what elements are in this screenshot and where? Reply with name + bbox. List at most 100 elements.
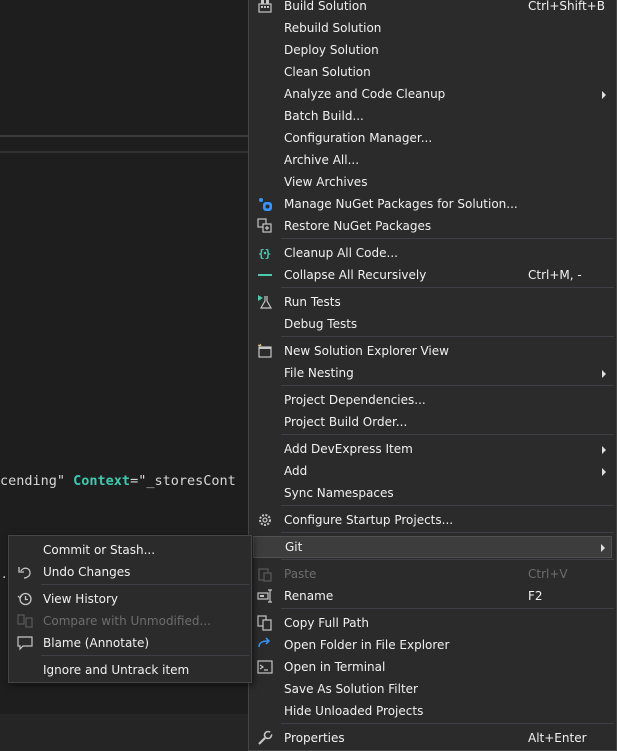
menu-item-label: Undo Changes bbox=[43, 565, 131, 579]
menu-item-configuration-manager[interactable]: Configuration Manager... bbox=[249, 127, 616, 149]
rename-icon bbox=[257, 588, 273, 604]
menu-item-label: Rename bbox=[284, 589, 334, 603]
menu-item-project-build-order[interactable]: Project Build Order... bbox=[249, 411, 616, 433]
submenu-item-view-history[interactable]: View History bbox=[9, 588, 251, 610]
menu-item-label: Analyze and Code Cleanup bbox=[284, 87, 446, 101]
menu-item-batch-build[interactable]: Batch Build... bbox=[249, 105, 616, 127]
submenu-item-undo-changes[interactable]: Undo Changes bbox=[9, 561, 251, 583]
compare-icon bbox=[17, 613, 33, 629]
submenu-item-commit-or-stash[interactable]: Commit or Stash... bbox=[9, 539, 251, 561]
menu-separator bbox=[41, 584, 249, 585]
menu-item-label: Save As Solution Filter bbox=[284, 682, 418, 696]
code-line: cending" Context="_storesCont bbox=[0, 472, 252, 490]
menu-item-label: Project Dependencies... bbox=[284, 393, 426, 407]
menu-item-deploy-solution[interactable]: Deploy Solution bbox=[249, 39, 616, 61]
menu-item-configure-startup-projects[interactable]: Configure Startup Projects... bbox=[249, 509, 616, 531]
menu-item-clean-solution[interactable]: Clean Solution bbox=[249, 61, 616, 83]
menu-item-project-dependencies[interactable]: Project Dependencies... bbox=[249, 389, 616, 411]
submenu-item-blame[interactable]: Blame (Annotate) bbox=[9, 632, 251, 654]
menu-item-archive-all[interactable]: Archive All... bbox=[249, 149, 616, 171]
menu-separator bbox=[281, 385, 614, 386]
menu-item-properties[interactable]: Properties Alt+Enter bbox=[249, 727, 616, 749]
shortcut-text: Ctrl+M, - bbox=[528, 268, 582, 282]
menu-item-view-archives[interactable]: View Archives bbox=[249, 171, 616, 193]
code-value: ="_storesCont bbox=[130, 473, 236, 489]
menu-item-label: Cleanup All Code... bbox=[284, 246, 398, 260]
menu-item-analyze-code-cleanup[interactable]: Analyze and Code Cleanup bbox=[249, 83, 616, 105]
shortcut-text: Alt+Enter bbox=[528, 731, 587, 745]
menu-item-label: Deploy Solution bbox=[284, 43, 379, 57]
open-folder-icon bbox=[257, 637, 273, 653]
menu-item-collapse-all[interactable]: Collapse All Recursively Ctrl+M, - bbox=[249, 264, 616, 286]
menu-item-run-tests[interactable]: Run Tests bbox=[249, 291, 616, 313]
menu-item-rename[interactable]: Rename F2 bbox=[249, 585, 616, 607]
menu-item-file-nesting[interactable]: File Nesting bbox=[249, 362, 616, 384]
menu-item-label: File Nesting bbox=[284, 366, 354, 380]
menu-item-label: Run Tests bbox=[284, 295, 341, 309]
menu-separator bbox=[281, 287, 614, 288]
menu-item-manage-nuget[interactable]: Manage NuGet Packages for Solution... bbox=[249, 193, 616, 215]
editor-divider bbox=[0, 135, 250, 137]
shortcut-text: Ctrl+Shift+B bbox=[528, 0, 605, 13]
wrench-icon bbox=[257, 730, 273, 746]
code-string: cending" bbox=[0, 473, 74, 489]
menu-separator bbox=[281, 532, 614, 533]
menu-item-label: Blame (Annotate) bbox=[43, 636, 150, 650]
menu-item-open-folder-explorer[interactable]: Open Folder in File Explorer bbox=[249, 634, 616, 656]
menu-separator bbox=[281, 559, 614, 560]
menu-separator bbox=[41, 655, 249, 656]
menu-item-restore-nuget[interactable]: Restore NuGet Packages bbox=[249, 215, 616, 237]
menu-item-open-in-terminal[interactable]: Open in Terminal bbox=[249, 656, 616, 678]
shortcut-text: Ctrl+V bbox=[528, 567, 568, 581]
nuget-icon bbox=[257, 196, 273, 212]
menu-item-add[interactable]: Add bbox=[249, 460, 616, 482]
menu-item-label: Configuration Manager... bbox=[284, 131, 433, 145]
menu-item-label: Rebuild Solution bbox=[284, 21, 382, 35]
submenu-item-ignore-untrack[interactable]: Ignore and Untrack item bbox=[9, 659, 251, 681]
menu-item-add-devexpress-item[interactable]: Add DevExpress Item bbox=[249, 438, 616, 460]
menu-item-label: Compare with Unmodified... bbox=[43, 614, 211, 628]
new-view-icon bbox=[257, 343, 273, 359]
menu-item-label: New Solution Explorer View bbox=[284, 344, 449, 358]
menu-item-label: Project Build Order... bbox=[284, 415, 408, 429]
collapse-icon bbox=[257, 267, 273, 283]
menu-item-new-solution-explorer-view[interactable]: New Solution Explorer View bbox=[249, 340, 616, 362]
menu-item-label: Open Folder in File Explorer bbox=[284, 638, 450, 652]
menu-item-label: Git bbox=[285, 540, 303, 554]
menu-separator bbox=[281, 505, 614, 506]
menu-item-label: Build Solution bbox=[284, 0, 367, 13]
menu-item-label: View Archives bbox=[284, 175, 368, 189]
menu-item-label: Sync Namespaces bbox=[284, 486, 394, 500]
menu-item-paste: Paste Ctrl+V bbox=[249, 563, 616, 585]
menu-separator bbox=[281, 336, 614, 337]
code-cutoff-mark: . bbox=[2, 566, 7, 582]
menu-item-label: Clean Solution bbox=[284, 65, 371, 79]
run-tests-icon bbox=[257, 294, 273, 310]
menu-item-git[interactable]: Git bbox=[253, 536, 612, 558]
menu-item-label: Batch Build... bbox=[284, 109, 364, 123]
menu-item-save-as-solution-filter[interactable]: Save As Solution Filter bbox=[249, 678, 616, 700]
menu-item-build-solution[interactable]: Build Solution Ctrl+Shift+B bbox=[249, 0, 616, 17]
menu-item-label: Paste bbox=[284, 567, 317, 581]
restore-packages-icon bbox=[257, 218, 273, 234]
build-icon bbox=[257, 0, 273, 14]
menu-item-label: Hide Unloaded Projects bbox=[284, 704, 424, 718]
menu-item-label: Archive All... bbox=[284, 153, 360, 167]
menu-item-cleanup-all-code[interactable]: {} Cleanup All Code... bbox=[249, 242, 616, 264]
menu-item-label: Add bbox=[284, 464, 308, 478]
menu-item-copy-full-path[interactable]: Copy Full Path bbox=[249, 612, 616, 634]
undo-icon bbox=[17, 564, 33, 580]
menu-item-label: Collapse All Recursively bbox=[284, 268, 427, 282]
menu-item-debug-tests[interactable]: Debug Tests bbox=[249, 313, 616, 335]
solution-context-menu: Build Solution Ctrl+Shift+B Rebuild Solu… bbox=[248, 0, 617, 751]
menu-separator bbox=[281, 723, 614, 724]
menu-item-label: Manage NuGet Packages for Solution... bbox=[284, 197, 518, 211]
menu-item-sync-namespaces[interactable]: Sync Namespaces bbox=[249, 482, 616, 504]
menu-item-label: Open in Terminal bbox=[284, 660, 386, 674]
submenu-item-compare-unmodified: Compare with Unmodified... bbox=[9, 610, 251, 632]
submenu-arrow-icon bbox=[602, 91, 606, 99]
menu-item-hide-unloaded-projects[interactable]: Hide Unloaded Projects bbox=[249, 700, 616, 722]
editor-pane bbox=[0, 0, 250, 135]
copy-icon bbox=[257, 615, 273, 631]
menu-item-rebuild-solution[interactable]: Rebuild Solution bbox=[249, 17, 616, 39]
